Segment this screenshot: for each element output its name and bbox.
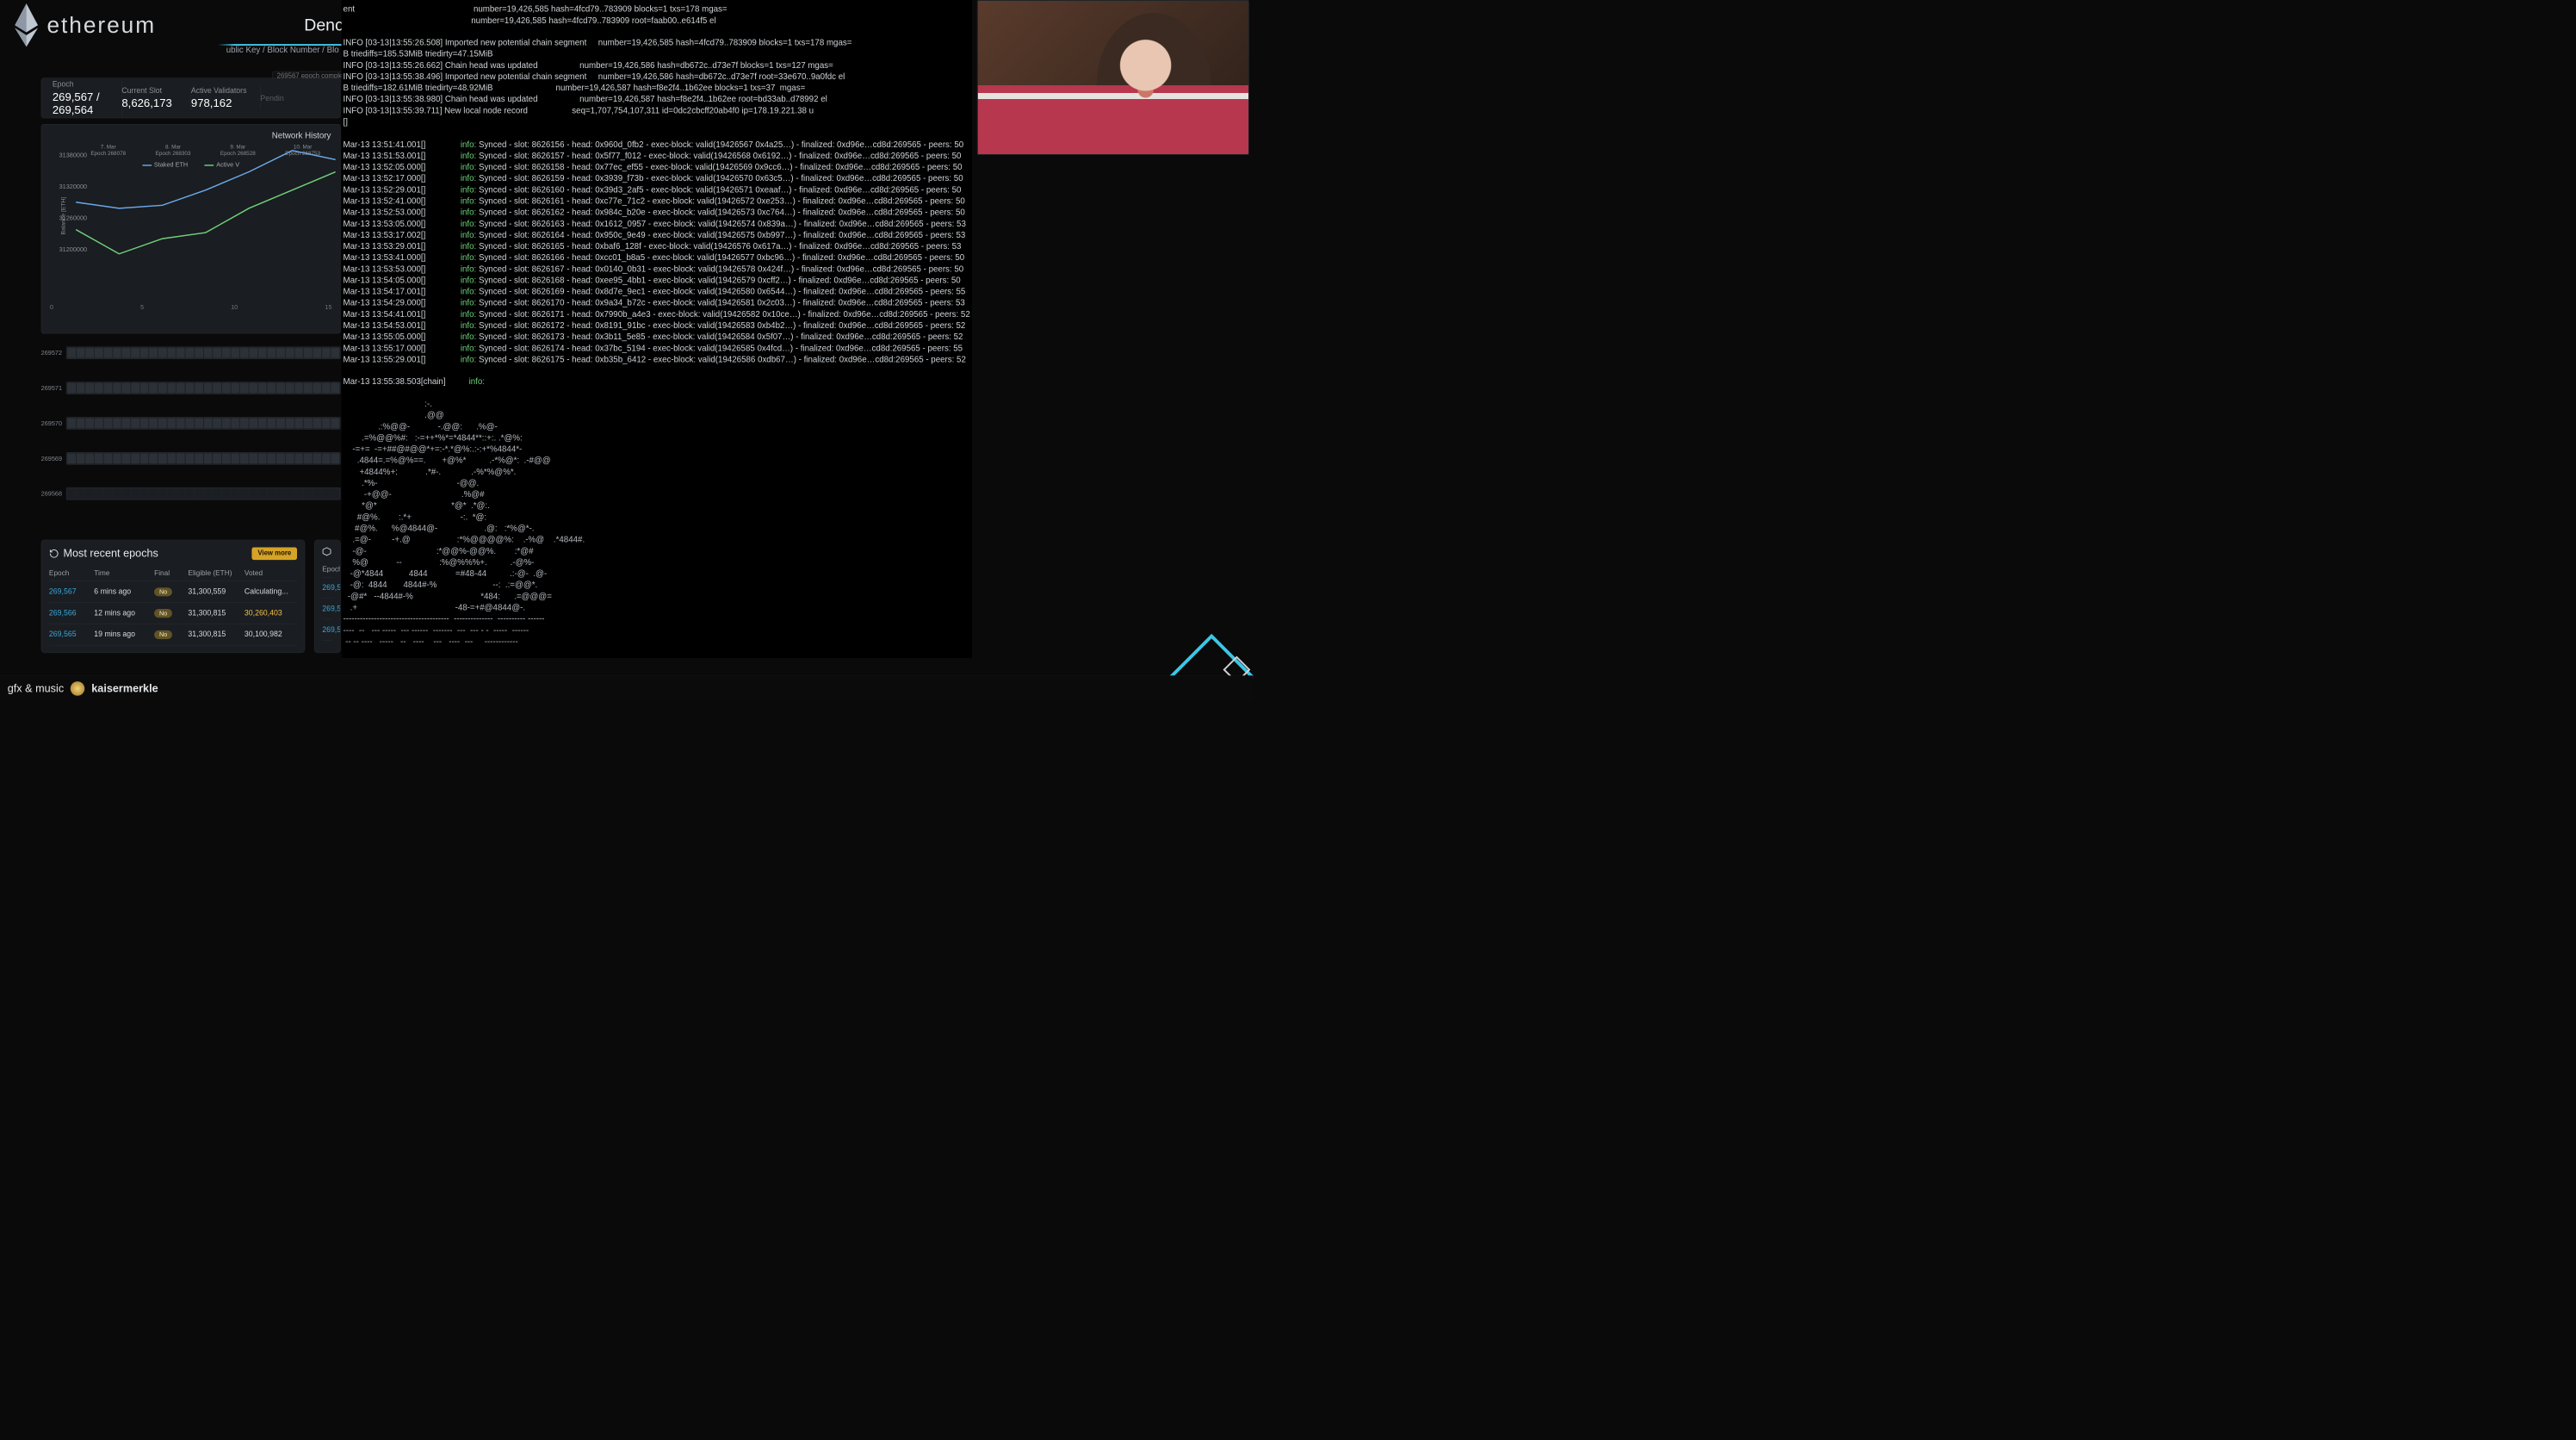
col: Voted [245, 569, 297, 578]
final-badge: No [154, 609, 172, 618]
brand-logo: ethereum [0, 2, 168, 48]
chart-area[interactable]: Balance [ETH] 31380000 31320000 31260000… [46, 143, 335, 298]
stat-label: Pendin [260, 94, 321, 102]
stat-label: Active Validators [191, 86, 252, 95]
stat-validators: Active Validators 978,162 [191, 86, 261, 109]
stat-value: 978,162 [191, 96, 252, 109]
epoch-row[interactable]: 269568 [41, 481, 341, 507]
brand-word: ethereum [46, 12, 156, 38]
coin-icon [71, 681, 85, 696]
stat-pending: Pendin [260, 94, 329, 102]
table-row[interactable]: 269,56 [322, 578, 332, 599]
epoch-strip-grid: 269572 269571 269570 269569 269568 [41, 339, 341, 515]
table-row[interactable]: 269,56 [322, 619, 332, 640]
chart-title: Network History [51, 131, 331, 140]
epoch-row[interactable]: 269569 [41, 445, 341, 472]
mini-tick: 5 [140, 304, 144, 311]
epoch-link[interactable]: 269,566 [49, 609, 94, 618]
network-history-panel: Network History Balance [ETH] 31380000 3… [41, 124, 341, 333]
stat-value: 8,626,173 [121, 96, 183, 109]
stream-footer: gfx & music kaisermerkle [0, 675, 1254, 700]
epoch-row[interactable]: 269571 [41, 375, 341, 401]
recent-epochs-table: Most recent epochs View more EpochTimeFi… [41, 540, 306, 653]
ethereum-icon [12, 2, 41, 48]
epoch-row[interactable]: 269570 [41, 410, 341, 437]
epoch-link[interactable]: 269,567 [49, 587, 94, 597]
recent-heading: Most recent epochs View more [49, 547, 297, 560]
stat-slot: Current Slot 8,626,173 [121, 86, 191, 109]
mini-tick: 15 [325, 304, 331, 311]
corner-accent [1166, 611, 1254, 682]
terminal[interactable]: ent number=19,426,585 hash=4fcd79..78390… [342, 0, 972, 658]
col: Time [94, 569, 154, 578]
webcam-feed [977, 0, 1249, 155]
line-chart [76, 147, 336, 269]
mini-range[interactable]: 0 5 10 15 [47, 304, 334, 328]
history-icon [49, 549, 59, 559]
col: Epoch [49, 569, 94, 578]
mini-tick: 10 [231, 304, 238, 311]
final-badge: No [154, 630, 172, 639]
stat-epoch: Epoch 269,567 / 269,564 [53, 80, 122, 116]
table-row[interactable]: 269,565 19 mins ago No 31,300,815 30,100… [49, 624, 297, 646]
stat-label: Current Slot [121, 86, 183, 95]
epoch-link[interactable]: 269,565 [49, 630, 94, 639]
credit-gfx: gfx & music [8, 682, 64, 695]
table-header: Epoch [322, 562, 332, 578]
webcam-person [1097, 13, 1211, 133]
mini-tick: 0 [50, 304, 53, 311]
stat-value: 269,567 / 269,564 [53, 90, 114, 116]
table-header: EpochTimeFinalEligible (ETH)Voted [49, 566, 297, 581]
stats-bar: Epoch 269,567 / 269,564 Current Slot 8,6… [41, 78, 341, 119]
breadcrumb[interactable]: ublic Key / Block Number / Blo [226, 46, 339, 55]
table-row[interactable]: 269,56 [322, 599, 332, 619]
col: Eligible (ETH) [188, 569, 244, 578]
recent-epochs-table-2: Epoch 269,56 269,56 269,56 [314, 540, 341, 653]
col: Final [154, 569, 188, 578]
final-badge: No [154, 587, 172, 596]
recent-heading-2 [322, 547, 332, 556]
view-more-button[interactable]: View more [252, 547, 297, 560]
credit-name: kaisermerkle [91, 682, 158, 695]
stat-label: Epoch [53, 80, 114, 89]
table-row[interactable]: 269,567 6 mins ago No 31,300,559 Calcula… [49, 581, 297, 603]
table-row[interactable]: 269,566 12 mins ago No 31,300,815 30,260… [49, 603, 297, 624]
epoch-row[interactable]: 269572 [41, 339, 341, 366]
cube-icon [322, 547, 331, 556]
